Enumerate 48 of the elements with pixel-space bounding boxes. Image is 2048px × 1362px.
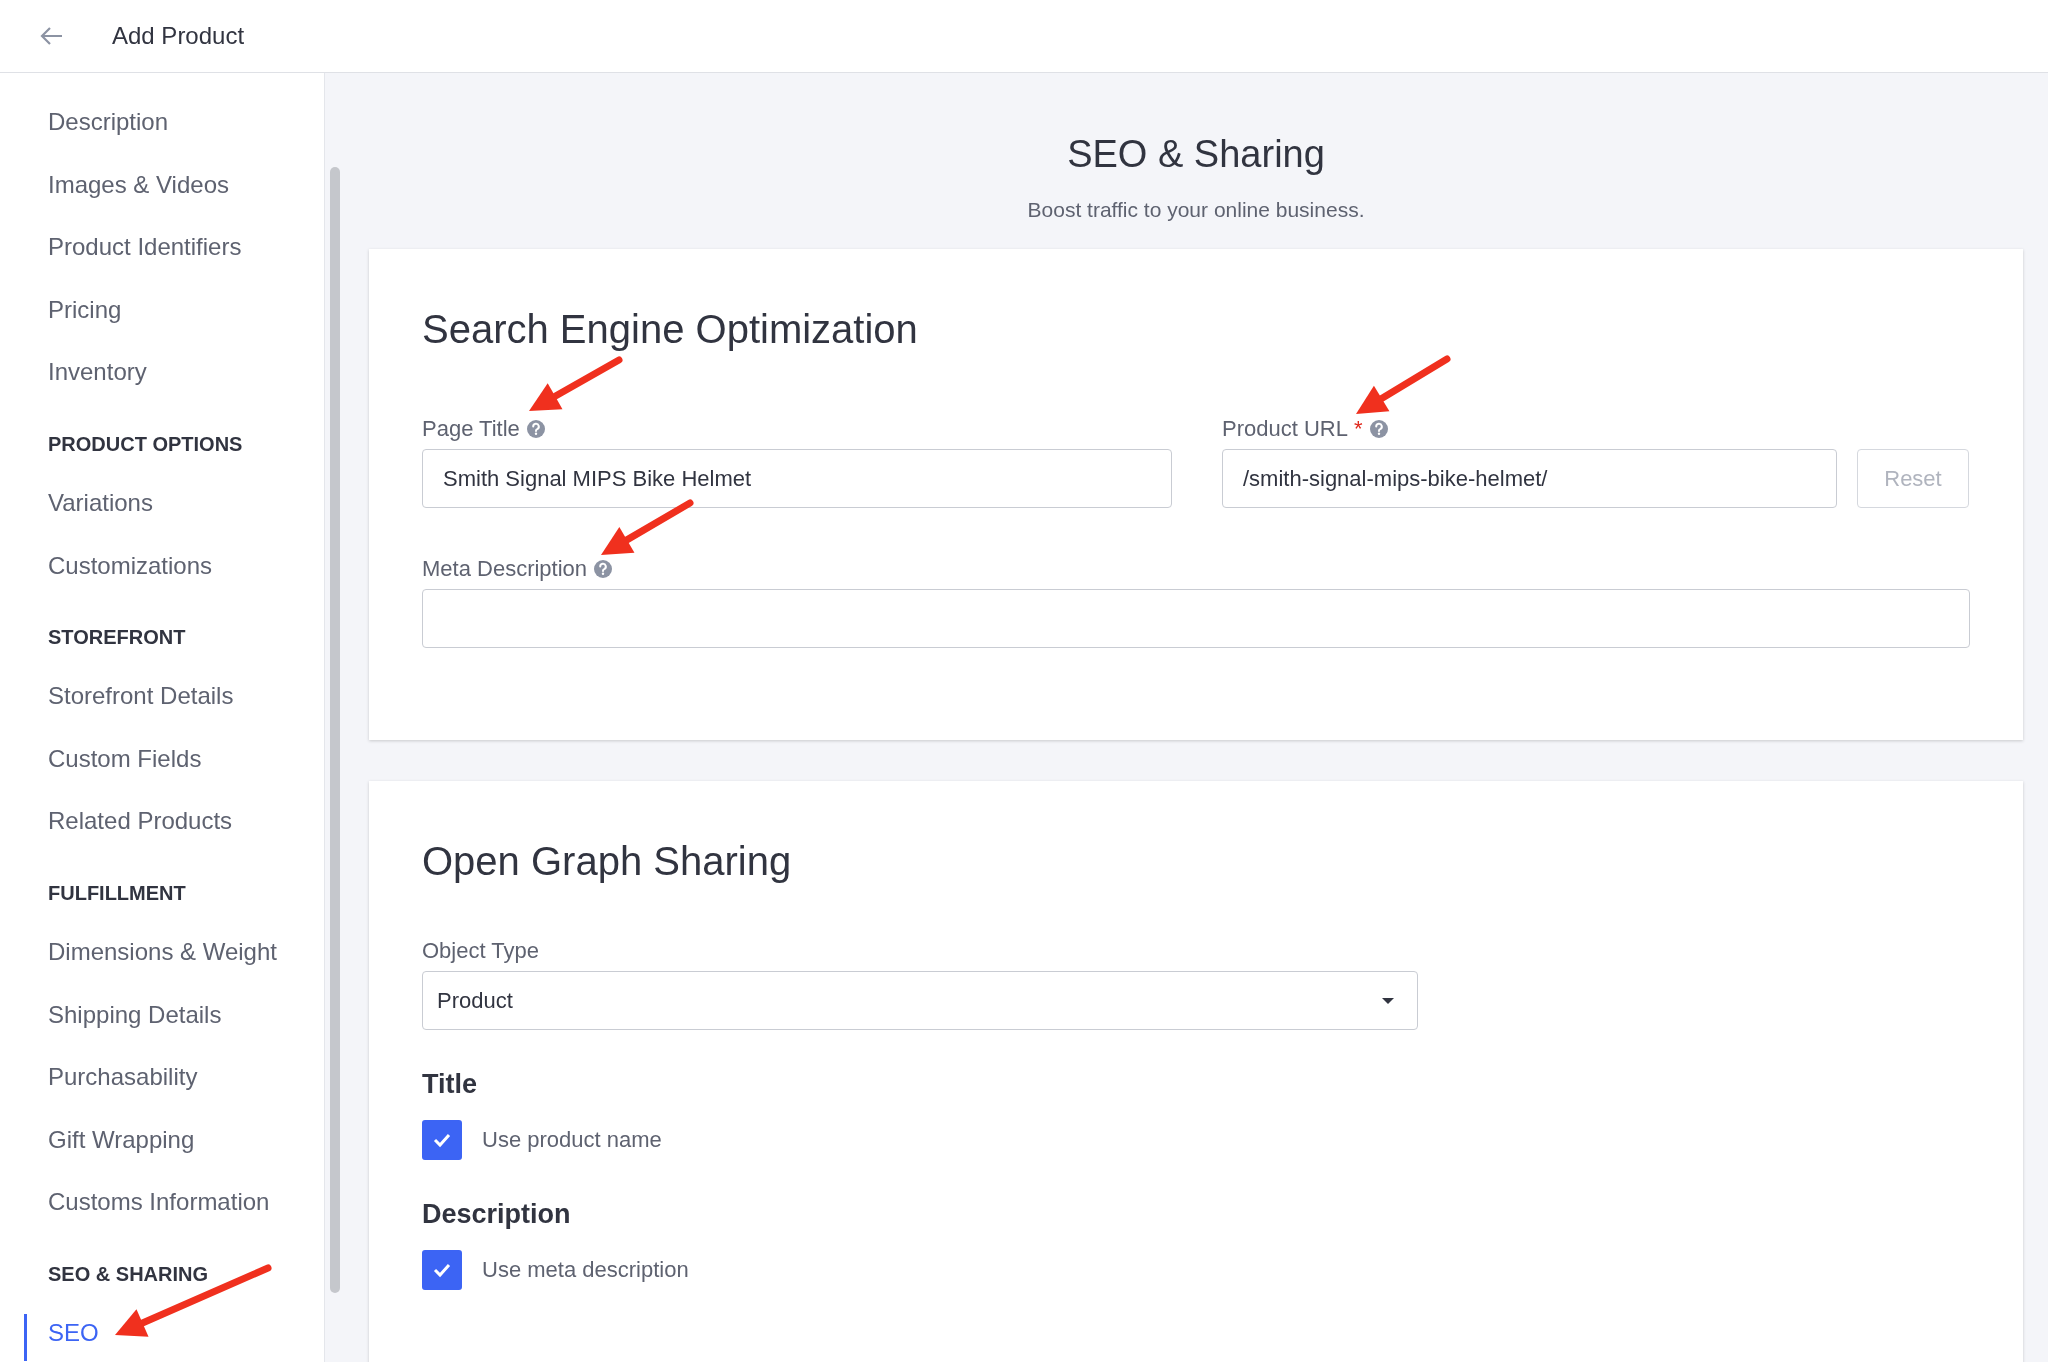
caret-icon: [1381, 996, 1395, 1005]
checkbox[interactable]: [422, 1120, 462, 1160]
page-title-field[interactable]: Smith Signal MIPS Bike Helmet: [422, 449, 1172, 508]
sidebar-item[interactable]: Gift Wrapping: [0, 1108, 324, 1172]
sidebar-item[interactable]: Customs Information: [0, 1171, 324, 1234]
product-url-field[interactable]: /smith-signal-mips-bike-helmet/: [1222, 449, 1837, 508]
page-header-title: Add Product: [112, 22, 245, 50]
meta-description-field[interactable]: [422, 589, 1970, 648]
card-title: Open Graph Sharing: [422, 838, 793, 885]
option-heading: Description: [422, 1198, 572, 1231]
back-icon[interactable]: [40, 26, 64, 46]
sidebar-section-heading: FULFILLMENT: [48, 880, 186, 906]
sidebar-item[interactable]: Storefront Details: [0, 665, 324, 728]
required-mark: *: [1353, 416, 1363, 442]
sidebar-item[interactable]: Custom Fields: [0, 727, 324, 791]
sidebar-item[interactable]: Dimensions & Weight: [0, 920, 324, 984]
section-title: SEO & Sharing: [1066, 132, 1326, 177]
field-label: Product URL: [1222, 416, 1348, 442]
help-icon[interactable]: [593, 559, 614, 579]
sidebar-item[interactable]: Shipping Details: [0, 983, 324, 1047]
check-icon: [432, 1132, 452, 1148]
sidebar-item[interactable]: Related Products: [0, 790, 324, 853]
help-icon[interactable]: [1368, 419, 1389, 439]
checkbox-label: Use product name: [482, 1127, 662, 1153]
scrollbar-thumb[interactable]: [330, 167, 340, 1293]
sidebar-item[interactable]: Pricing: [0, 278, 324, 342]
object-type-select[interactable]: Product: [422, 971, 1418, 1030]
check-icon: [432, 1262, 452, 1278]
section-subtitle: Boost traffic to your online business.: [1026, 197, 1366, 223]
sidebar-item[interactable]: Description: [0, 91, 324, 154]
sidebar-item[interactable]: Inventory: [0, 341, 324, 404]
field-label: Object Type: [422, 938, 539, 964]
sidebar-item[interactable]: SEO: [0, 1301, 324, 1362]
sidebar-item[interactable]: Images & Videos: [0, 153, 324, 217]
help-icon[interactable]: [525, 419, 546, 439]
sidebar-item[interactable]: Purchasability: [0, 1046, 324, 1109]
field-label: Page Title: [422, 416, 520, 442]
checkbox[interactable]: [422, 1250, 462, 1290]
sidebar-item[interactable]: Variations: [0, 471, 324, 535]
sidebar-section-heading: SEO & SHARING: [48, 1261, 209, 1287]
sidebar-item[interactable]: Product Identifiers: [0, 216, 324, 279]
field-label: Meta Description: [422, 556, 588, 582]
card-title: Search Engine Optimization: [422, 306, 919, 353]
sidebar-item[interactable]: Customizations: [0, 534, 324, 598]
option-heading: Title: [422, 1068, 478, 1101]
checkbox-label: Use meta description: [482, 1257, 689, 1283]
sidebar-section-heading: PRODUCT OPTIONS: [48, 431, 243, 457]
sidebar-section-heading: STOREFRONT: [48, 625, 186, 651]
